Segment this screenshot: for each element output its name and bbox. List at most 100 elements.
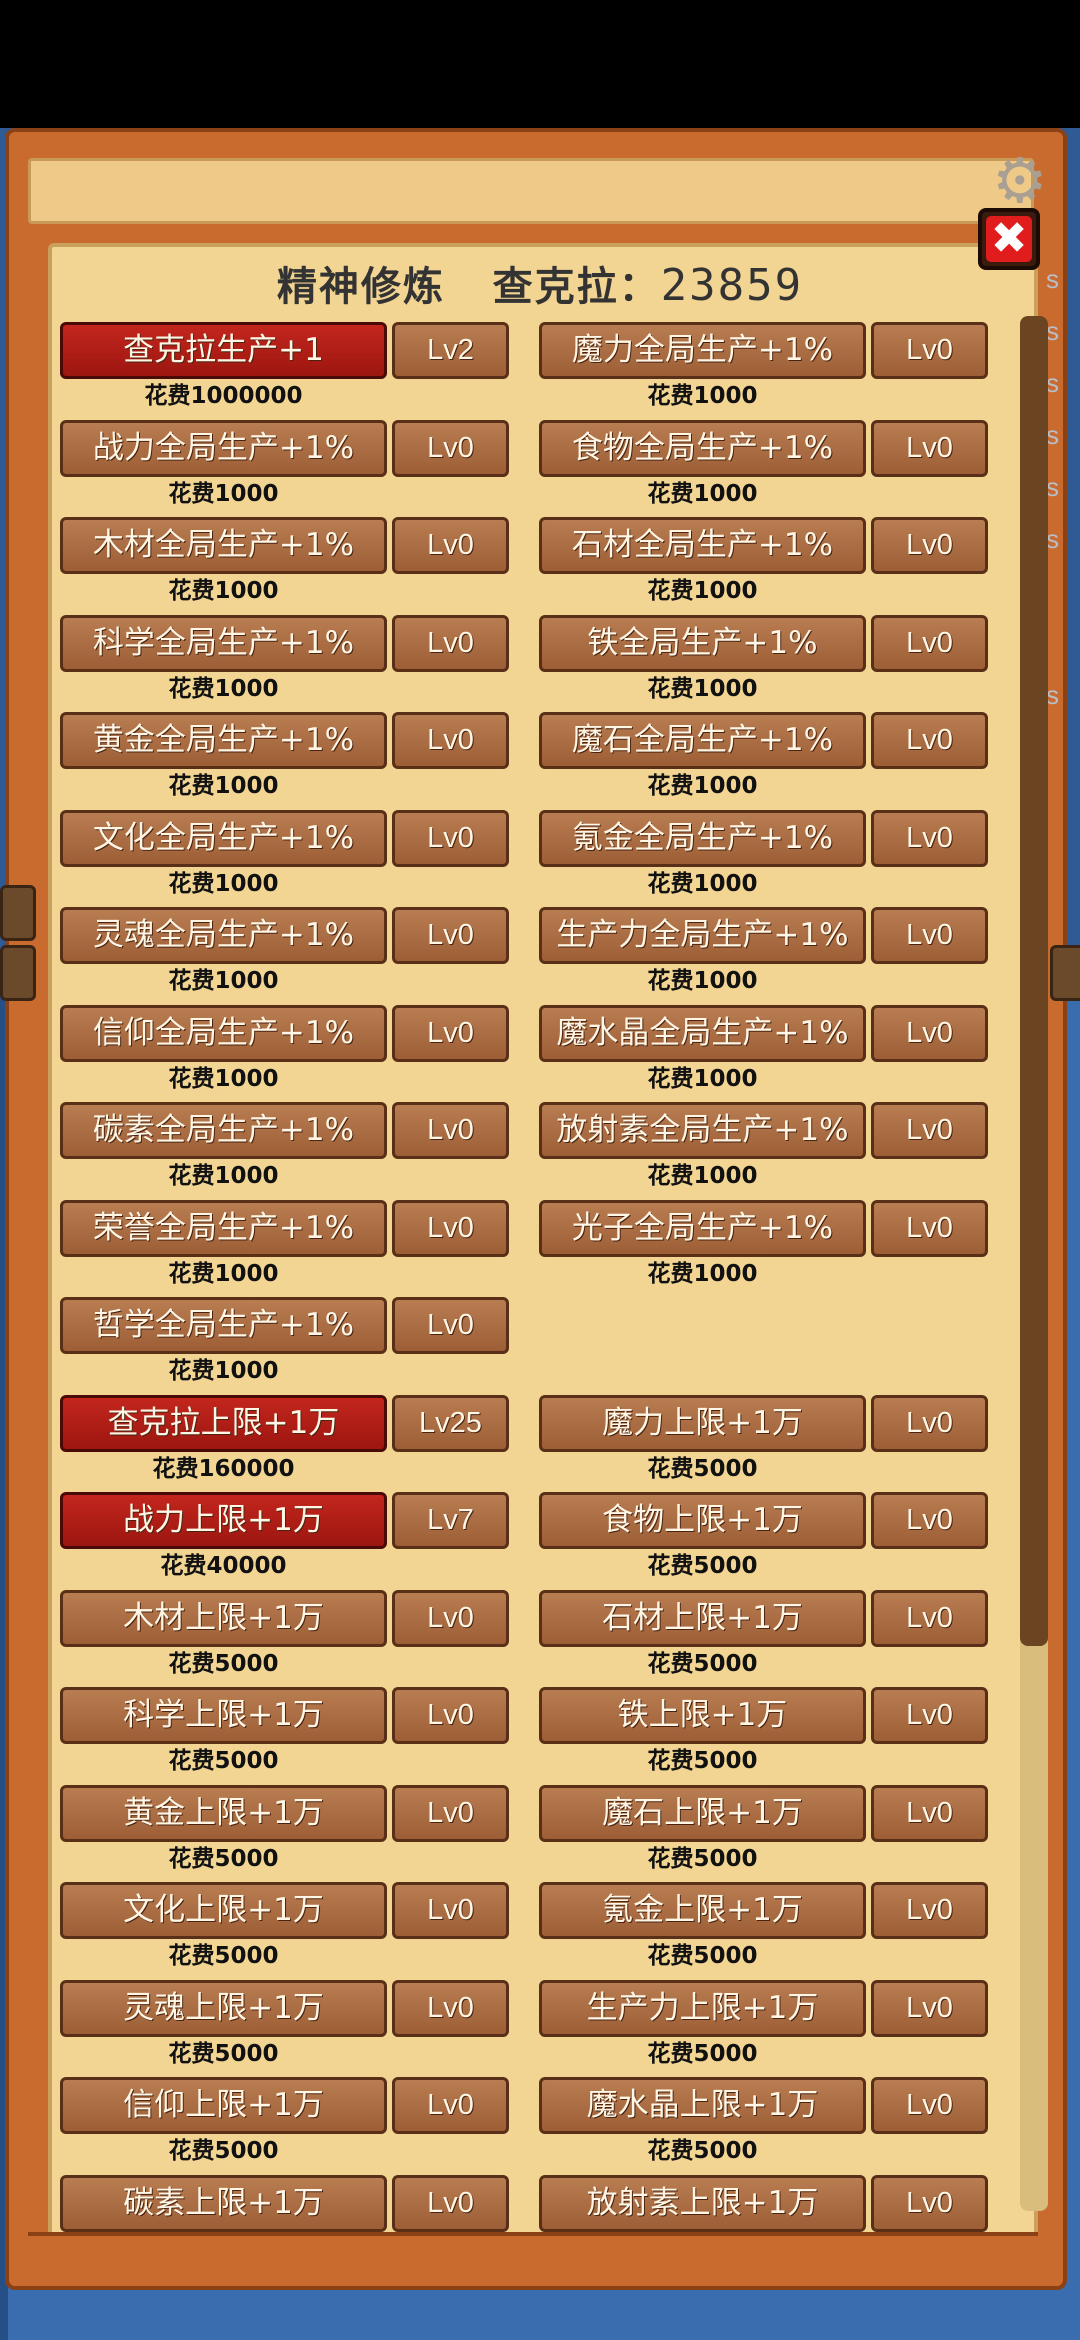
upgrade-button[interactable]: 光子全局生产+1%	[539, 1199, 866, 1257]
level-badge[interactable]: Lv0	[392, 712, 509, 769]
upgrade-button[interactable]: 碳素全局生产+1%	[60, 1102, 387, 1159]
level-badge[interactable]: Lv0	[392, 1004, 509, 1062]
upgrade-button[interactable]: 碳素上限+1万	[60, 2174, 387, 2232]
level-badge[interactable]: Lv0	[871, 1394, 988, 1452]
level-badge[interactable]: Lv0	[392, 2174, 509, 2232]
level-badge[interactable]: Lv0	[871, 2174, 988, 2232]
level-badge[interactable]: Lv0	[392, 614, 509, 672]
level-badge[interactable]: Lv0	[392, 907, 509, 964]
level-badge[interactable]: Lv0	[871, 1589, 988, 1647]
upgrade-button[interactable]: 灵魂全局生产+1%	[60, 907, 387, 964]
left-side-tab[interactable]	[0, 945, 36, 1001]
upgrade-button[interactable]: 氪金上限+1万	[539, 1882, 866, 1939]
upgrade-item: 碳素全局生产+1% Lv0 花费1000	[60, 1100, 512, 1197]
cost-label: 花费5000	[647, 2040, 758, 2067]
upgrade-item: 文化上限+1万 Lv0 花费5000	[60, 1880, 512, 1977]
upgrade-button[interactable]: 木材全局生产+1%	[60, 517, 387, 574]
level-badge[interactable]: Lv0	[871, 1004, 988, 1062]
level-badge[interactable]: Lv25	[392, 1394, 509, 1452]
upgrade-button[interactable]: 战力全局生产+1%	[60, 419, 387, 477]
upgrade-button[interactable]: 放射素全局生产+1%	[539, 1102, 866, 1159]
level-badge[interactable]: Lv7	[392, 1492, 509, 1549]
upgrade-button[interactable]: 黄金全局生产+1%	[60, 712, 387, 769]
upgrade-button[interactable]: 荣誉全局生产+1%	[60, 1199, 387, 1257]
level-badge[interactable]: Lv0	[392, 1687, 509, 1744]
upgrade-item: 生产力全局生产+1% Lv0 花费1000	[539, 905, 991, 1002]
edge-letters: s s s s s s s	[1046, 264, 1076, 732]
upgrade-button[interactable]: 查克拉生产+1	[60, 322, 387, 379]
gear-icon[interactable]: ⚙	[992, 150, 1048, 212]
upgrade-button[interactable]: 石材全局生产+1%	[539, 517, 866, 574]
scrollbar-thumb[interactable]	[1020, 316, 1048, 1646]
level-badge[interactable]: Lv0	[392, 1199, 509, 1257]
level-badge[interactable]: Lv0	[392, 1102, 509, 1159]
right-side-tab[interactable]	[1050, 945, 1080, 1001]
level-badge[interactable]: Lv0	[871, 1492, 988, 1549]
level-badge[interactable]: Lv0	[871, 712, 988, 769]
cost-label: 花费1000	[647, 578, 758, 604]
level-badge[interactable]: Lv0	[871, 419, 988, 477]
level-badge[interactable]: Lv0	[871, 1882, 988, 1939]
level-badge[interactable]: Lv0	[871, 809, 988, 867]
scrollbar-track[interactable]	[1020, 316, 1048, 2211]
upgrade-button[interactable]: 魔石上限+1万	[539, 1784, 866, 1842]
level-badge[interactable]: Lv0	[392, 809, 509, 867]
upgrade-button[interactable]: 魔水晶全局生产+1%	[539, 1004, 866, 1062]
cost-label: 花费1000	[647, 773, 758, 799]
upgrade-button[interactable]: 魔力上限+1万	[539, 1394, 866, 1452]
upgrade-button[interactable]: 铁全局生产+1%	[539, 614, 866, 672]
upgrade-button[interactable]: 食物上限+1万	[539, 1492, 866, 1549]
level-badge[interactable]: Lv0	[871, 1199, 988, 1257]
cost-label: 花费5000	[647, 1943, 758, 1969]
upgrade-button[interactable]: 哲学全局生产+1%	[60, 1297, 387, 1354]
level-badge[interactable]: Lv0	[871, 1102, 988, 1159]
level-badge[interactable]: Lv0	[392, 1297, 509, 1354]
upgrade-button[interactable]: 魔力全局生产+1%	[539, 322, 866, 379]
upgrade-button[interactable]: 食物全局生产+1%	[539, 419, 866, 477]
level-badge[interactable]: Lv0	[392, 419, 509, 477]
level-badge[interactable]: Lv0	[871, 614, 988, 672]
upgrade-button[interactable]: 木材上限+1万	[60, 1589, 387, 1647]
upgrade-button[interactable]: 铁上限+1万	[539, 1687, 866, 1744]
upgrade-button[interactable]: 黄金上限+1万	[60, 1784, 387, 1842]
upgrade-button[interactable]: 石材上限+1万	[539, 1589, 866, 1647]
level-badge[interactable]: Lv0	[871, 322, 988, 379]
level-badge[interactable]: Lv0	[871, 517, 988, 574]
upgrade-button[interactable]: 氪金全局生产+1%	[539, 809, 866, 867]
level-badge[interactable]: Lv0	[871, 907, 988, 964]
upgrade-button[interactable]: 战力上限+1万	[60, 1492, 387, 1549]
level-badge[interactable]: Lv0	[871, 1979, 988, 2037]
upgrade-button[interactable]: 科学上限+1万	[60, 1687, 387, 1744]
upgrade-button[interactable]: 文化全局生产+1%	[60, 809, 387, 867]
level-badge[interactable]: Lv2	[392, 322, 509, 379]
upgrade-button[interactable]: 查克拉上限+1万	[60, 1394, 387, 1452]
upgrade-button[interactable]: 灵魂上限+1万	[60, 1979, 387, 2037]
upgrade-button[interactable]: 生产力上限+1万	[539, 1979, 866, 2037]
left-side-tab[interactable]	[0, 885, 36, 941]
upgrade-row: 碳素全局生产+1% Lv0 花费1000 放射素全局生产+1% Lv0 花费1000	[58, 1100, 1018, 1198]
upgrade-button[interactable]: 魔水晶上限+1万	[539, 2077, 866, 2134]
upgrade-button[interactable]: 科学全局生产+1%	[60, 614, 387, 672]
upgrade-button[interactable]: 生产力全局生产+1%	[539, 907, 866, 964]
upgrade-item: 查克拉生产+1 Lv2 花费1000000	[60, 320, 512, 417]
level-badge[interactable]: Lv0	[392, 1784, 509, 1842]
level-badge[interactable]: Lv0	[871, 1784, 988, 1842]
upgrade-button[interactable]: 魔石全局生产+1%	[539, 712, 866, 769]
level-badge[interactable]: Lv0	[392, 1589, 509, 1647]
upgrade-item: 信仰全局生产+1% Lv0 花费1000	[60, 1003, 512, 1100]
upgrade-button[interactable]: 信仰全局生产+1%	[60, 1004, 387, 1062]
upgrade-button[interactable]: 信仰上限+1万	[60, 2077, 387, 2134]
edge-letter: s	[1046, 368, 1059, 398]
upgrade-row: 查克拉上限+1万 Lv25 花费160000 魔力上限+1万 Lv0 花费5000	[58, 1393, 1018, 1491]
level-badge[interactable]: Lv0	[871, 1687, 988, 1744]
level-badge[interactable]: Lv0	[392, 1882, 509, 1939]
upgrade-button[interactable]: 放射素上限+1万	[539, 2174, 866, 2232]
level-badge[interactable]: Lv0	[392, 1979, 509, 2037]
upgrade-row: 灵魂上限+1万 Lv0 花费5000 生产力上限+1万 Lv0 花费5000	[58, 1978, 1018, 2076]
upgrade-item: 石材上限+1万 Lv0 花费5000	[539, 1588, 991, 1685]
level-badge[interactable]: Lv0	[871, 2077, 988, 2134]
outer-header-strip	[28, 158, 1034, 224]
level-badge[interactable]: Lv0	[392, 517, 509, 574]
upgrade-button[interactable]: 文化上限+1万	[60, 1882, 387, 1939]
level-badge[interactable]: Lv0	[392, 2077, 509, 2134]
